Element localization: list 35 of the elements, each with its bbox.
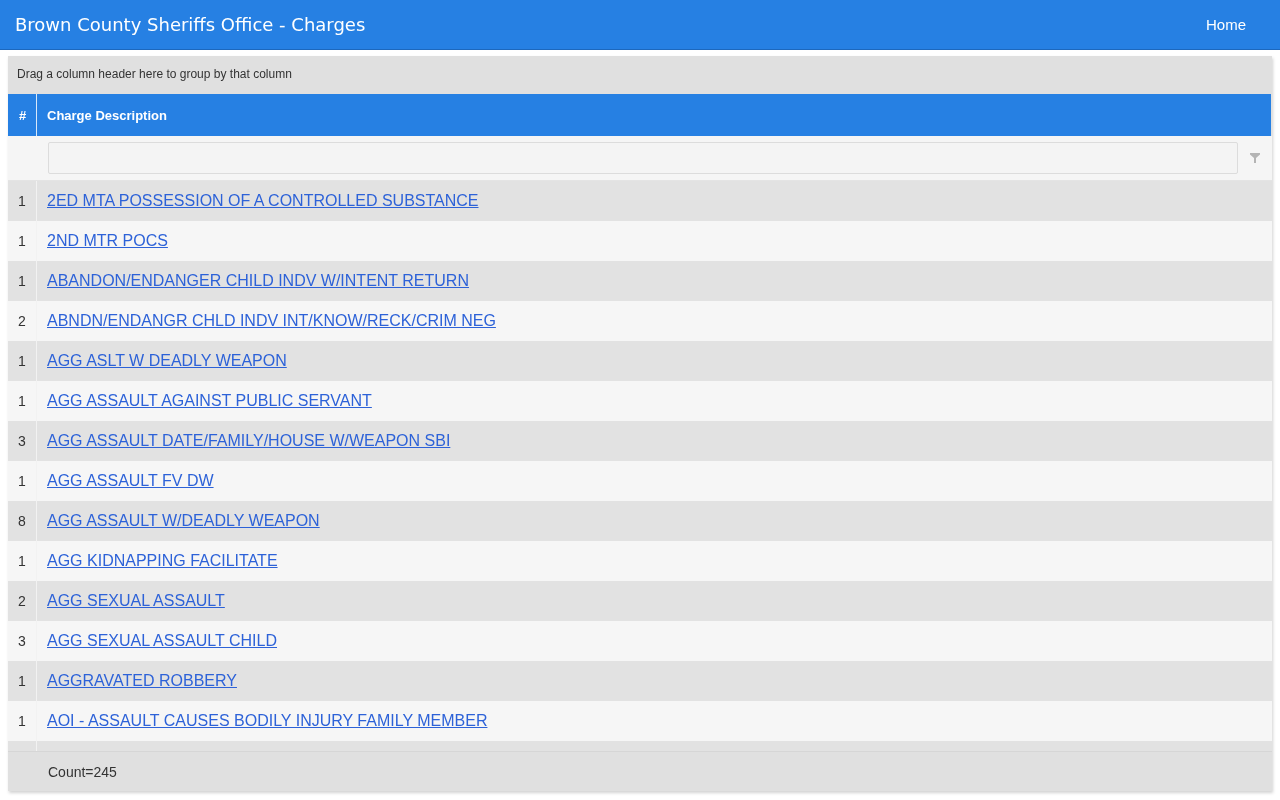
- table-cell: 1: [18, 553, 26, 569]
- charge-link[interactable]: ABANDON/ENDANGER CHILD INDV W/INTENT RETURN: [47, 272, 469, 290]
- charge-link[interactable]: 2ED MTA POSSESSION OF A CONTROLLED SUBSTANCE: [47, 192, 479, 210]
- table-cell: 3: [18, 633, 26, 649]
- charge-link[interactable]: AGGRAVATED ROBBERY: [47, 672, 237, 690]
- charge-link[interactable]: AGG SEXUAL ASSAULT: [47, 592, 225, 610]
- filter-icon[interactable]: [1250, 153, 1260, 163]
- charge-link[interactable]: AGG ASSAULT W/DEADLY WEAPON: [47, 512, 320, 530]
- table-cell: 1: [18, 473, 26, 489]
- charge-link[interactable]: AGG ASLT W DEADLY WEAPON: [47, 352, 287, 370]
- group-panel-hint: Drag a column header here to group by that column: [17, 67, 292, 81]
- charge-link[interactable]: AGG ASSAULT DATE/FAMILY/HOUSE W/WEAPON SBI: [47, 432, 451, 450]
- charge-link[interactable]: AOI - ASSAULT CAUSES BODILY INJURY FAMILY MEMBER: [47, 712, 488, 730]
- table-cell: 1: [18, 713, 26, 729]
- table-cell: 2: [18, 593, 26, 609]
- charge-link[interactable]: 2ND MTR POCS: [47, 232, 168, 250]
- charge-link[interactable]: AGG ASSAULT FV DW: [47, 472, 214, 490]
- table-cell: 1: [18, 193, 26, 209]
- count-label: Count=245: [48, 763, 117, 780]
- table-cell: 1: [18, 673, 26, 689]
- nav-link[interactable]: Home: [1206, 16, 1246, 33]
- table-cell: 1: [18, 353, 26, 369]
- table-cell: 1: [18, 233, 26, 249]
- table-cell: 8: [18, 513, 26, 529]
- table-cell: 2: [18, 313, 26, 329]
- table-cell: 1: [18, 273, 26, 289]
- charge-link[interactable]: AGG KIDNAPPING FACILITATE: [47, 552, 278, 570]
- filter-input[interactable]: [48, 142, 1238, 174]
- table-cell: 3: [18, 433, 26, 449]
- column-header[interactable]: Charge Description: [37, 94, 1271, 136]
- charge-link[interactable]: AGG SEXUAL ASSAULT CHILD: [47, 632, 277, 650]
- charge-link[interactable]: ABNDN/ENDANGR CHLD INDV INT/KNOW/RECK/CRIM NEG: [47, 312, 496, 330]
- table-cell: 1: [18, 393, 26, 409]
- charge-link[interactable]: AGG ASSAULT AGAINST PUBLIC SERVANT: [47, 392, 372, 410]
- app-title: Brown County Sheriffs Office - Charges: [15, 14, 366, 35]
